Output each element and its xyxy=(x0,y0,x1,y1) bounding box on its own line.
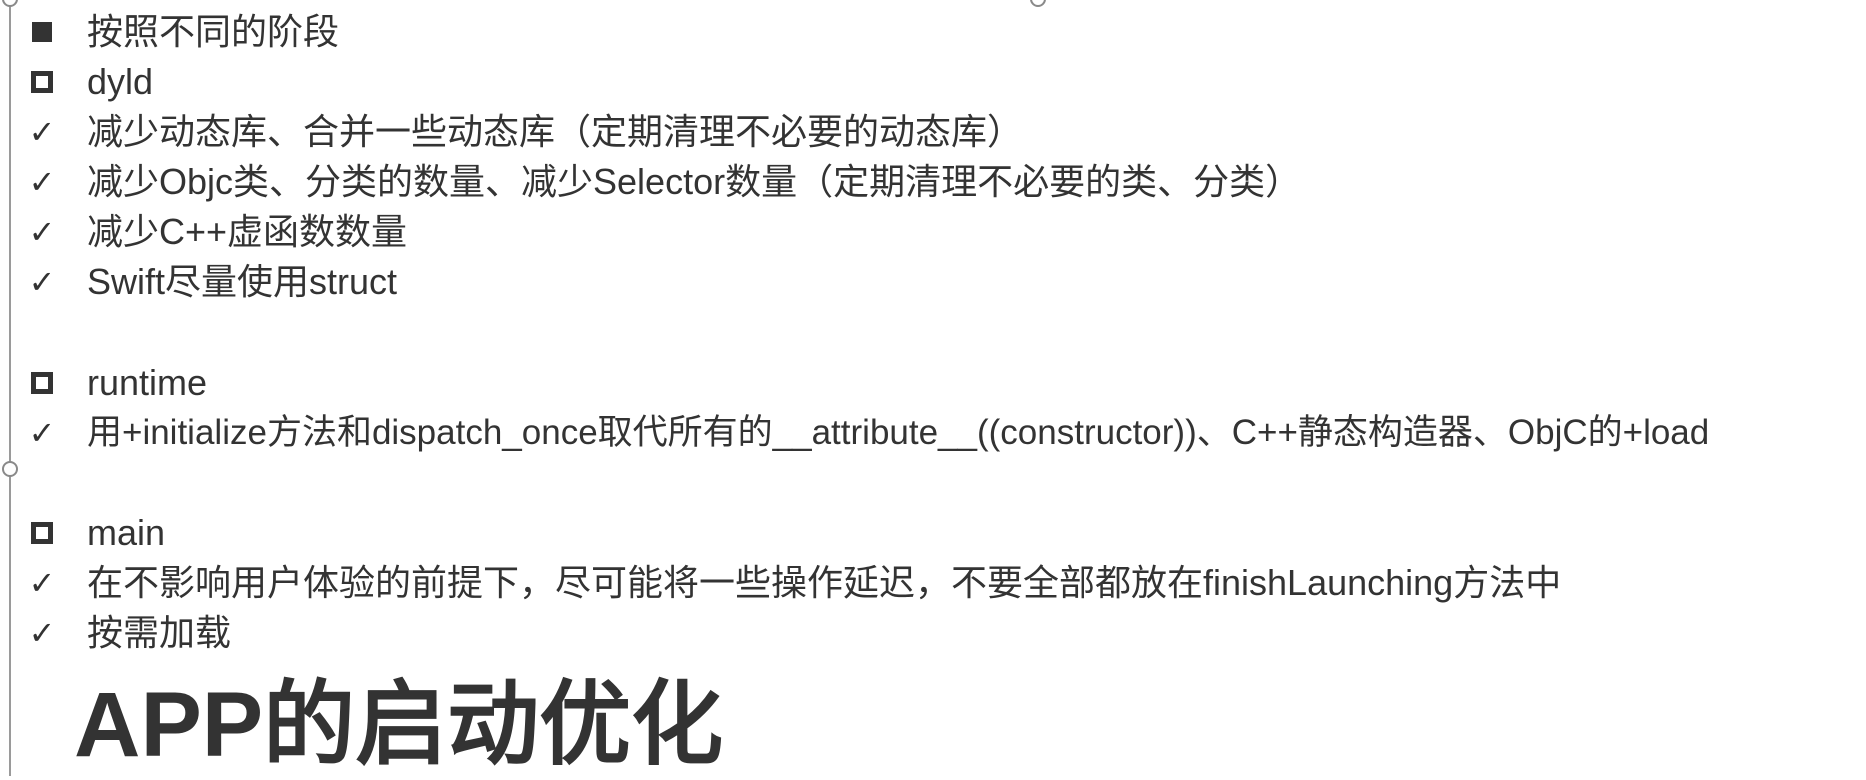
resize-handle-top-center[interactable] xyxy=(1030,0,1046,7)
list-item-text: 按照不同的阶段 xyxy=(87,11,340,52)
list-item-text: Swift尽量使用struct xyxy=(87,261,398,302)
resize-handle-middle-left[interactable] xyxy=(2,461,18,477)
list-item-text: 减少Objc类、分类的数量、减少Selector数量（定期清理不必要的类、分类） xyxy=(87,161,1302,202)
hollow-square-bullet-icon xyxy=(27,358,57,408)
list-item-text: 按需加载 xyxy=(87,612,232,653)
check-icon: ✓ xyxy=(28,414,56,452)
list-item-text: runtime xyxy=(87,362,208,403)
list-item-text: 减少动态库、合并一些动态库（定期清理不必要的动态库） xyxy=(87,111,1024,152)
list-item-text: 用+initialize方法和dispatch_once取代所有的__attri… xyxy=(87,413,1710,452)
slide-title: APP的启动优化 xyxy=(74,674,724,776)
check-icon: ✓ xyxy=(28,113,56,151)
filled-square-bullet-icon xyxy=(27,7,57,57)
check-icon: ✓ xyxy=(28,614,56,652)
slide-left-edge xyxy=(9,0,11,776)
resize-handle-top-left[interactable] xyxy=(2,0,18,7)
check-icon: ✓ xyxy=(28,213,56,251)
check-icon: ✓ xyxy=(28,263,56,301)
check-icon: ✓ xyxy=(28,564,56,602)
list-item-text: 在不影响用户体验的前提下，尽可能将一些操作延迟，不要全部都放在finishLau… xyxy=(87,562,1562,603)
hollow-square-bullet-icon xyxy=(27,508,57,558)
hollow-square-bullet-icon xyxy=(27,57,57,107)
check-icon: ✓ xyxy=(28,163,56,201)
list-item-text: main xyxy=(87,512,166,553)
list-item-text: 减少C++虚函数数量 xyxy=(87,211,408,252)
list-item-text: dyld xyxy=(87,61,154,102)
